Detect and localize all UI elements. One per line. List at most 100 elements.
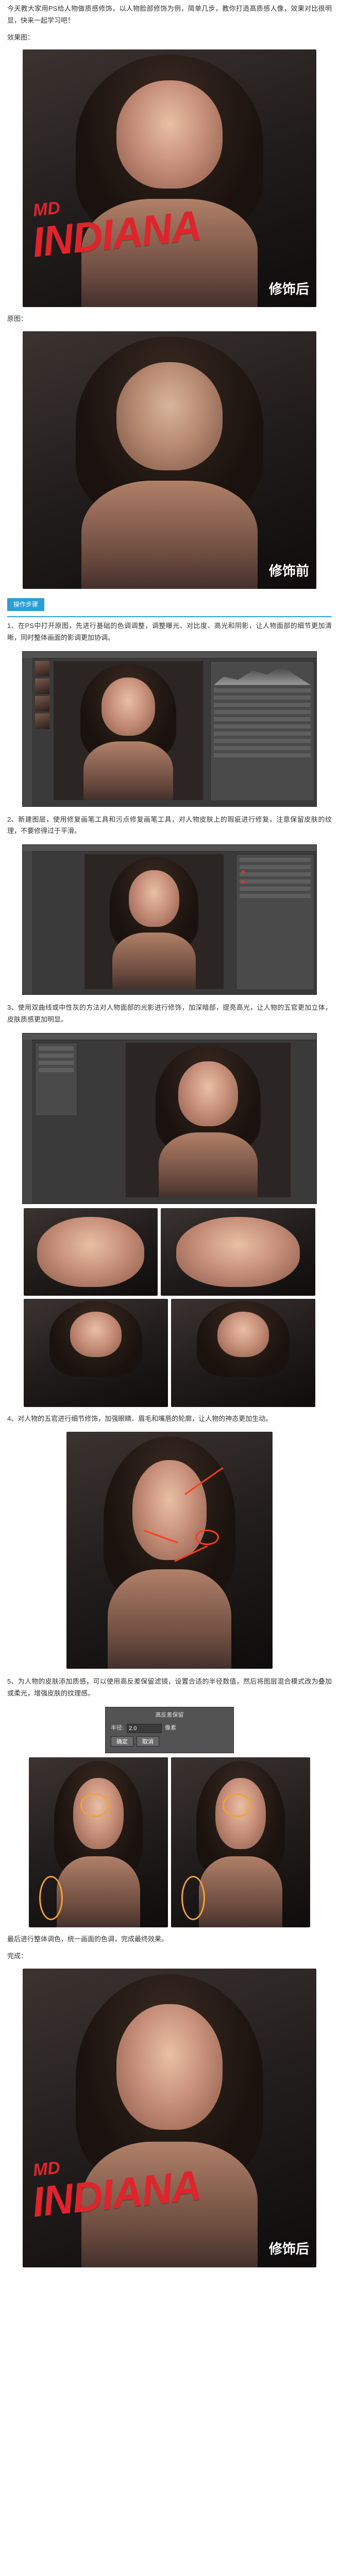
high-pass-dialog: 高反差保留 半径: 像素 确定 取消: [105, 1706, 234, 1754]
face-comparison-row: [0, 1298, 339, 1407]
final-stamp: 修饰后: [268, 2241, 309, 2257]
portrait-face: [37, 1216, 144, 1287]
detail-comparison-row: [0, 1208, 339, 1296]
step-1-text: 1、在PS中打开原图，先进行基础的色调调整，调整曝光、对比度、高光和阴影，让人物…: [7, 622, 332, 641]
portrait-face: [217, 1311, 269, 1357]
option-row[interactable]: [39, 1053, 74, 1058]
slider-row[interactable]: [214, 688, 311, 692]
marker-dot: [242, 880, 245, 884]
highlight-ring: [39, 1876, 63, 1921]
ps-menubar: [23, 845, 316, 852]
face-before-photo: [24, 1298, 168, 1407]
thumbnail[interactable]: [35, 660, 49, 676]
layers-panel: [236, 854, 314, 990]
tool-options-panel: [35, 1042, 77, 1116]
portrait-body: [199, 1856, 282, 1928]
portrait-face: [178, 1061, 238, 1126]
photoshop-window-step2: [22, 844, 317, 995]
portrait-face: [132, 1460, 207, 1560]
slider-row[interactable]: [214, 702, 311, 707]
radius-unit: 像素: [165, 1725, 177, 1731]
layer-row[interactable]: [240, 894, 311, 898]
portrait-body: [159, 1132, 258, 1197]
photoshop-window-step3: [22, 1032, 317, 1204]
portrait-face: [70, 1311, 122, 1357]
dialog-buttons: 确定 取消: [111, 1736, 228, 1747]
step-3-text: 3、使用双曲线或中性灰的方法对人物面部的光影进行修饰，加深暗部，提亮高光，让人物…: [7, 1004, 332, 1023]
ps-canvas: [126, 1042, 291, 1197]
option-row[interactable]: [39, 1067, 74, 1072]
photoshop-window-step1: [22, 651, 317, 807]
portrait-body: [57, 1856, 140, 1928]
ps-toolbar: [23, 851, 32, 994]
detail-eyes-photo: [161, 1208, 315, 1296]
after-stamp: 修饰后: [268, 281, 309, 297]
slider-row[interactable]: [214, 717, 311, 721]
ps-canvas: [84, 854, 224, 989]
step-5-text: 5、为人物的皮肤添加质感，可以使用高反差保留滤镜，设置合适的半径数值，然后将图层…: [7, 1677, 332, 1697]
final-caption: 完成：: [7, 1952, 28, 1960]
slider-row[interactable]: [214, 731, 311, 736]
ps-canvas: [54, 660, 203, 800]
portrait-face: [116, 362, 223, 470]
layer-row[interactable]: [240, 858, 311, 862]
ps-thumbnail-strip: [35, 660, 49, 731]
radius-row: 半径: 像素: [111, 1723, 228, 1733]
intro-text: 今天教大家用PS给人物做质感修饰，以人物脸部修饰为例，简单几步，教你打造高质感人…: [7, 5, 332, 24]
section-title: 操作步骤: [7, 598, 45, 611]
layer-row[interactable]: [240, 879, 311, 884]
thumbnail[interactable]: [35, 713, 49, 729]
closing-text: 最后进行整体调色，统一画面的色调，完成最终效果。: [7, 1935, 168, 1943]
portrait-body: [81, 481, 258, 589]
face-after-photo: [171, 1298, 315, 1407]
layer-row[interactable]: [240, 872, 311, 876]
portrait-body: [112, 932, 196, 989]
skin-texture-after: [171, 1757, 310, 1928]
slider-row[interactable]: [214, 695, 311, 700]
step4-photo: [66, 1432, 273, 1669]
ps-menubar: [23, 1033, 316, 1040]
slider-row[interactable]: [214, 738, 311, 743]
marker-dot: [242, 870, 245, 873]
cancel-button[interactable]: 取消: [137, 1736, 159, 1747]
final-photo: MD INDIANA 修饰后: [23, 1968, 316, 2267]
camera-raw-panel: [210, 660, 314, 801]
detail-lips-photo: [24, 1208, 158, 1296]
portrait-body: [108, 1569, 231, 1669]
radius-label: 半径:: [111, 1725, 124, 1731]
slider-row[interactable]: [214, 724, 311, 728]
option-row[interactable]: [39, 1060, 74, 1065]
highlight-ring: [181, 1876, 205, 1921]
highlight-ring: [223, 1793, 251, 1818]
radius-input[interactable]: [127, 1723, 162, 1733]
portrait-face: [101, 677, 156, 736]
effect-caption: 效果图：: [7, 33, 35, 41]
thumbnail[interactable]: [35, 678, 49, 694]
step-4-text: 4、对人物的五官进行细节修饰，加强眼睛、眉毛和嘴唇的轮廓，让人物的神态更加生动。: [7, 1414, 273, 1422]
before-caption: 原图：: [7, 315, 28, 323]
skin-texture-before: [29, 1757, 168, 1928]
thumbnail[interactable]: [35, 696, 49, 711]
before-photo: 修饰前: [23, 331, 316, 589]
ok-button[interactable]: 确定: [111, 1736, 133, 1747]
after-photo: MD INDIANA 修饰后: [23, 49, 316, 308]
portrait-face: [176, 1216, 300, 1287]
step-2-text: 2、新建图层，使用修复画笔工具和污点修复画笔工具，对人物皮肤上的瑕疵进行修复，注…: [7, 815, 332, 835]
portrait-face: [116, 2004, 223, 2130]
ps-toolbar: [23, 1039, 32, 1204]
option-row[interactable]: [39, 1046, 74, 1050]
before-stamp: 修饰前: [268, 563, 309, 579]
layer-row[interactable]: [240, 865, 311, 869]
slider-row[interactable]: [214, 745, 311, 750]
ps-menubar: [23, 651, 316, 658]
article: 今天教大家用PS给人物做质感修饰，以人物脸部修饰为例，简单几步，教你打造高质感人…: [0, 0, 339, 2292]
portrait-body: [83, 741, 173, 800]
portrait-face: [129, 870, 179, 927]
slider-row[interactable]: [214, 709, 311, 714]
portrait-face: [116, 80, 223, 189]
dialog-title: 高反差保留: [155, 1711, 184, 1718]
slider-row[interactable]: [214, 753, 311, 757]
skin-texture-row: [0, 1757, 339, 1928]
layer-row[interactable]: [240, 887, 311, 891]
ps-toolbar: [23, 657, 32, 806]
